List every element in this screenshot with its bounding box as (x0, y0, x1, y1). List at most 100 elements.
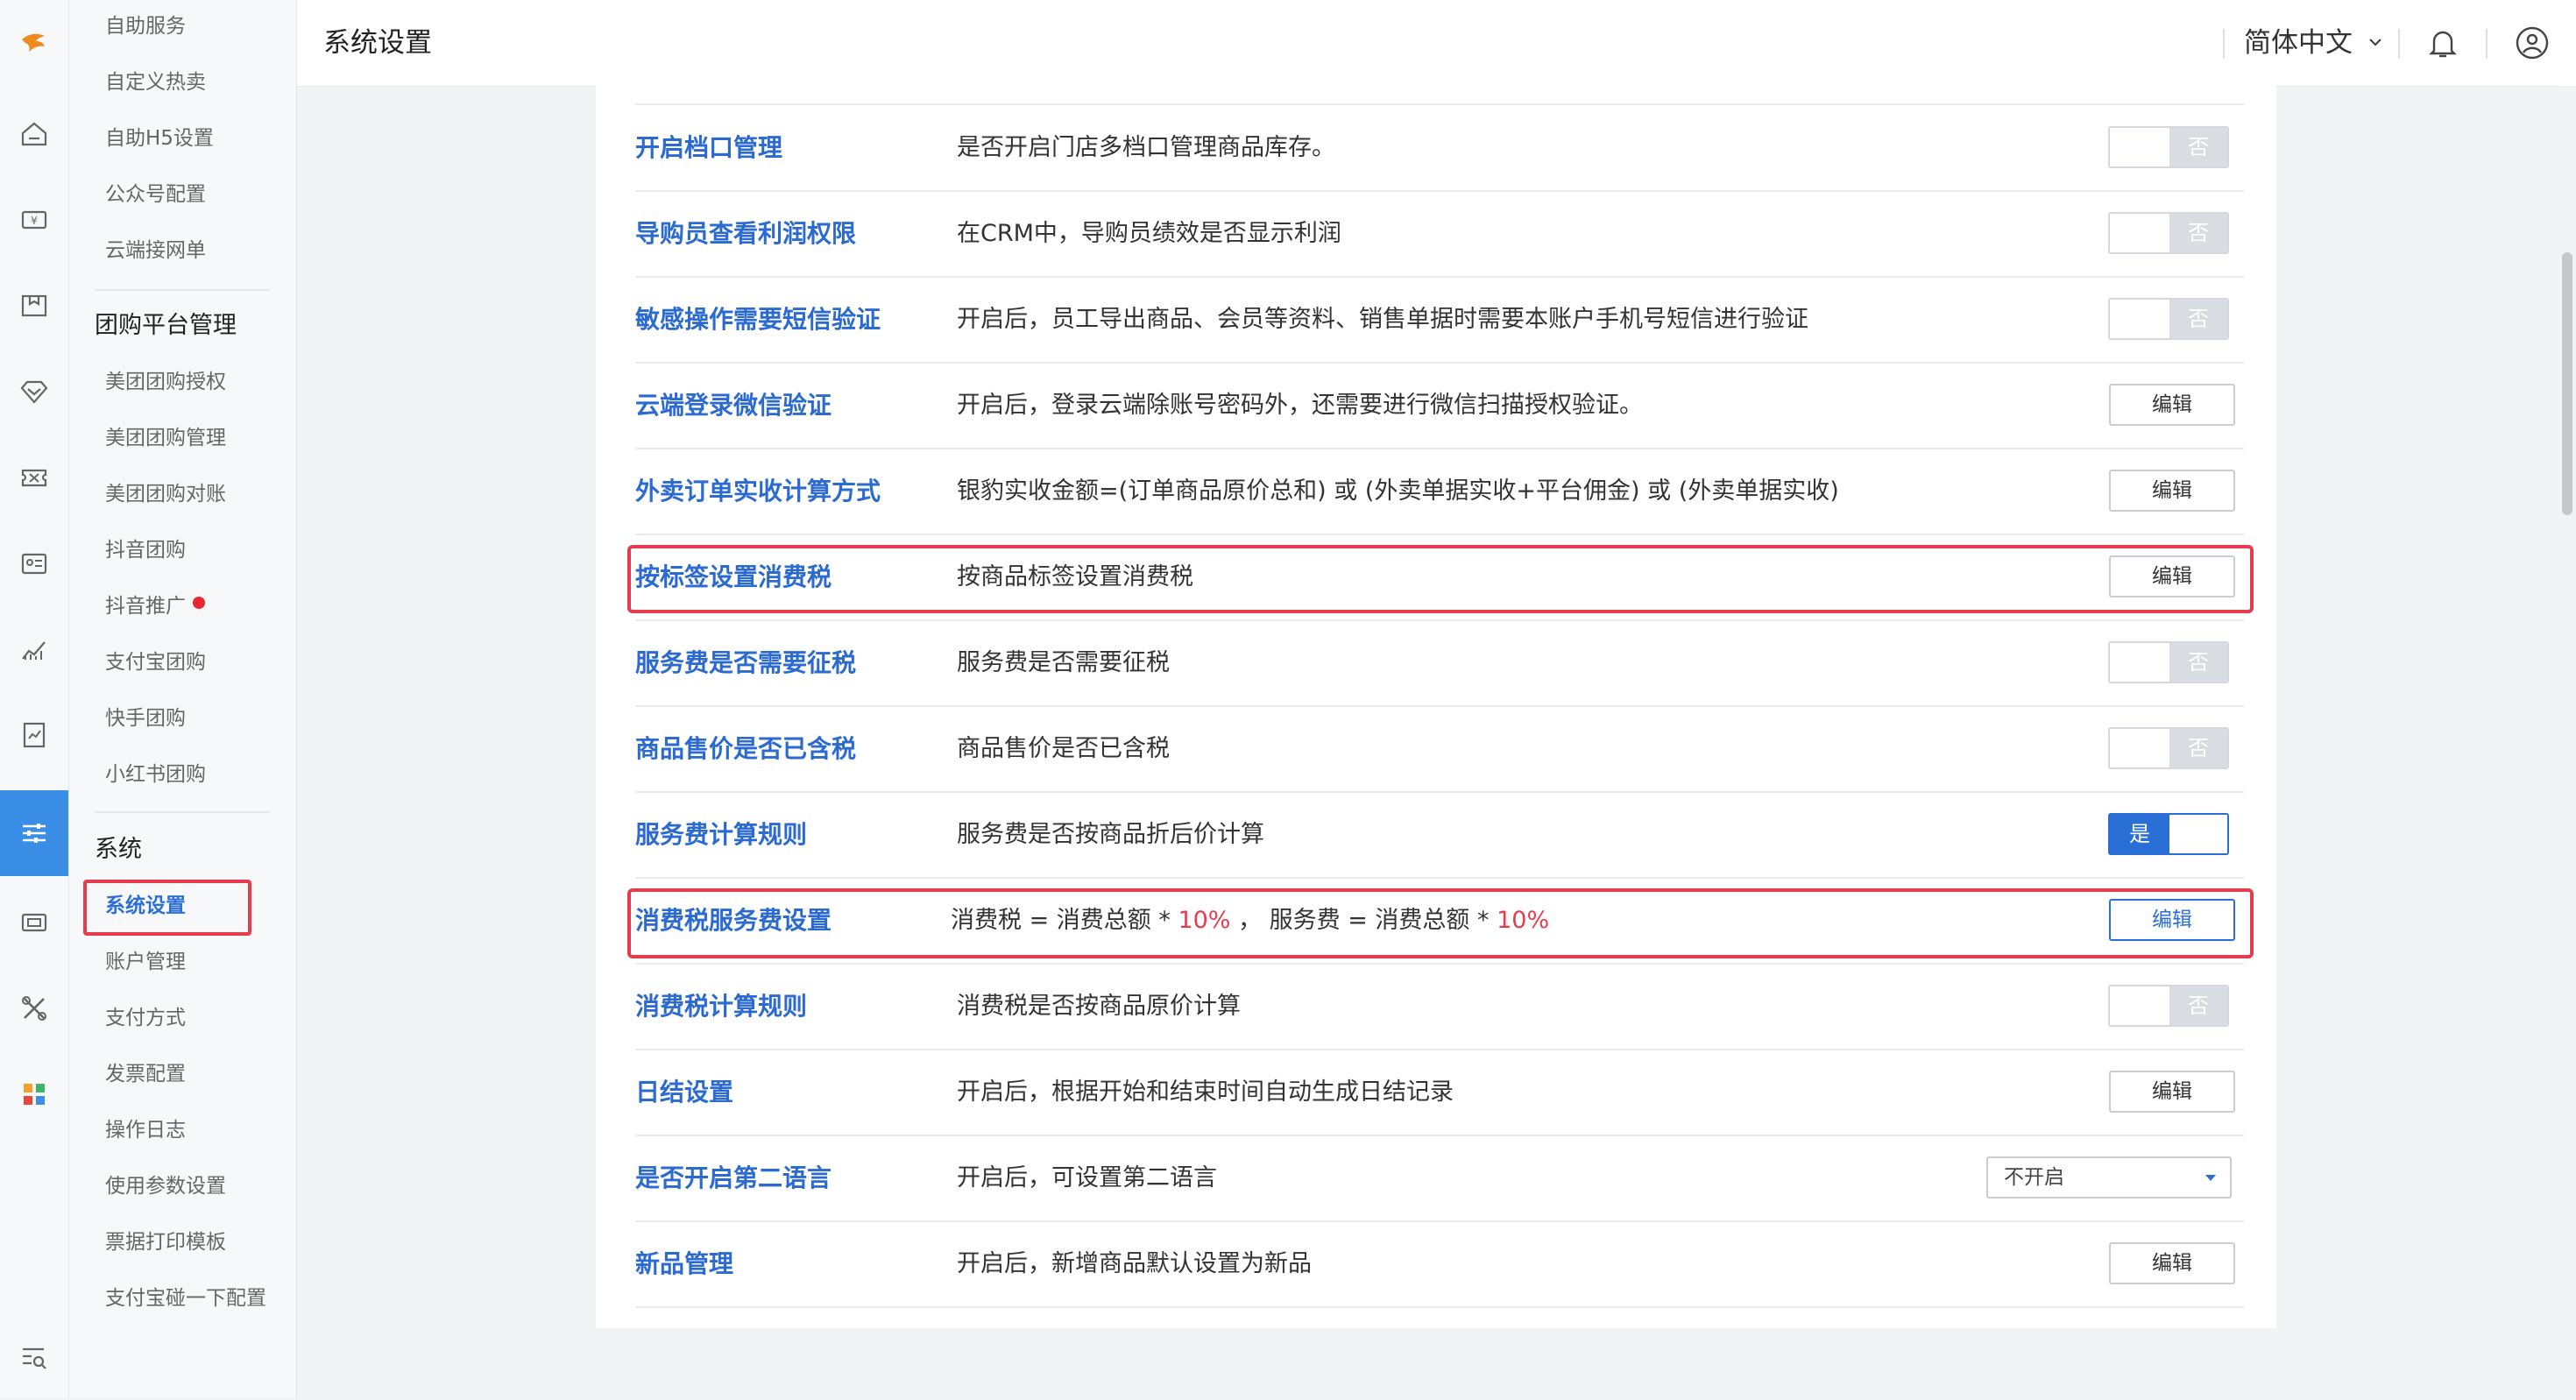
settings-card: 开启档口管理 是否开启门店多档口管理商品库存。 否 导购员查看利润权限 在CRM… (596, 86, 2276, 1328)
member-icon[interactable] (0, 349, 68, 435)
setting-label[interactable]: 商品售价是否已含税 (635, 706, 856, 791)
setting-toggle[interactable]: 否 (2108, 212, 2229, 254)
setting-toggle[interactable]: 否 (2108, 727, 2229, 769)
setting-description: 消费税是否按商品原价计算 (957, 993, 1241, 1020)
submenu-item[interactable]: 支付宝团购 (105, 645, 206, 680)
user-icon[interactable] (2514, 25, 2551, 61)
submenu-item[interactable]: 账户管理 (105, 944, 186, 979)
setting-row: 敏感操作需要短信验证 开启后，员工导出商品、会员等资料、销售单据时需要本账户手机… (635, 277, 2244, 364)
tools-icon[interactable] (0, 965, 68, 1051)
setting-label[interactable]: 开启档口管理 (635, 105, 782, 190)
submenu-item[interactable]: 云端接网单 (105, 233, 206, 268)
header-divider (2223, 29, 2225, 59)
submenu-item[interactable]: 抖音团购 (105, 533, 186, 568)
submenu-item[interactable]: 使用参数设置 (105, 1169, 226, 1204)
document-icon[interactable] (0, 692, 68, 778)
settings-sliders-icon[interactable] (0, 790, 68, 876)
setting-label[interactable]: 新品管理 (635, 1221, 733, 1306)
toggle-label: 否 (2188, 221, 2209, 245)
submenu-item[interactable]: 支付宝碰一下配置 (105, 1281, 266, 1316)
report-icon[interactable] (0, 606, 68, 692)
menu-search-icon[interactable] (0, 1314, 68, 1400)
submenu-item[interactable]: 票据打印模板 (105, 1225, 226, 1260)
setting-description: 开启后，新增商品默认设置为新品 (957, 1250, 1312, 1277)
scrollbar-thumb[interactable] (2562, 252, 2572, 515)
toggle-knob (2110, 300, 2169, 338)
submenu-item[interactable]: 操作日志 (105, 1113, 186, 1148)
chevron-down-icon[interactable] (2367, 33, 2384, 51)
cashier-icon[interactable]: ¥ (0, 177, 68, 263)
edit-button[interactable]: 编辑 (2109, 384, 2235, 426)
edit-button[interactable]: 编辑 (2109, 1071, 2235, 1113)
submenu-item[interactable]: 快手团购 (105, 701, 186, 736)
icon-rail: ¥ (0, 0, 69, 1398)
edit-button[interactable]: 编辑 (2109, 470, 2235, 512)
submenu-item[interactable]: 发票配置 (105, 1057, 186, 1092)
apps-grid-icon[interactable] (0, 1051, 68, 1137)
toggle-label: 否 (2188, 993, 2209, 1018)
setting-label[interactable]: 导购员查看利润权限 (635, 191, 856, 276)
setting-toggle-on[interactable]: 是 (2108, 813, 2229, 855)
setting-label[interactable]: 敏感操作需要短信验证 (635, 277, 881, 362)
setting-row: 新品管理 开启后，新增商品默认设置为新品 编辑 (635, 1221, 2244, 1308)
submenu-item[interactable]: 公众号配置 (105, 177, 206, 212)
setting-row: 商品售价是否已含税 商品售价是否已含税 否 (635, 706, 2244, 793)
submenu-item[interactable]: 美团团购管理 (105, 421, 226, 456)
toggle-knob (2110, 128, 2169, 166)
toggle-knob (2110, 643, 2169, 682)
header-divider (2486, 29, 2488, 59)
home-icon[interactable] (0, 91, 68, 177)
submenu-item[interactable]: 美团团购授权 (105, 364, 226, 399)
toggle-knob (2110, 986, 2169, 1025)
sub-menu: 自助服务 自定义热卖 自助H5设置 公众号配置 云端接网单 团购平台管理 美团团… (69, 0, 297, 1398)
toggle-label: 否 (2188, 650, 2209, 675)
submenu-item-system-settings[interactable]: 系统设置 (105, 888, 186, 923)
language-select[interactable]: 不开启 (1986, 1156, 2232, 1198)
setting-row: 外卖订单实收计算方式 银豹实收金额=(订单商品原价总和) 或 (外卖单据实收+平… (635, 449, 2244, 535)
setting-row: 云端登录微信验证 开启后，登录云端除账号密码外，还需要进行微信扫描授权验证。 编… (635, 363, 2244, 449)
setting-label[interactable]: 消费税计算规则 (635, 964, 807, 1049)
setting-label[interactable]: 云端登录微信验证 (635, 363, 832, 448)
setting-description: 服务费是否按商品折后价计算 (957, 821, 1264, 848)
employee-icon[interactable] (0, 520, 68, 606)
toggle-knob (2110, 214, 2169, 252)
setting-toggle[interactable]: 否 (2108, 641, 2229, 683)
setting-label[interactable]: 服务费是否需要征税 (635, 620, 856, 705)
highlight-frame (627, 888, 2254, 958)
logo-icon[interactable] (0, 0, 68, 86)
setting-label[interactable]: 日结设置 (635, 1050, 733, 1135)
setting-description: 开启后，登录云端除账号密码外，还需要进行微信扫描授权验证。 (957, 392, 1643, 419)
setting-label[interactable]: 外卖订单实收计算方式 (635, 449, 881, 534)
submenu-item[interactable]: 自助服务 (105, 9, 186, 44)
top-header: 系统设置 简体中文 (297, 0, 2576, 87)
setting-description: 服务费是否需要征税 (957, 649, 1170, 676)
edit-button[interactable]: 编辑 (2109, 1242, 2235, 1284)
setting-row: 开启档口管理 是否开启门店多档口管理商品库存。 否 (635, 105, 2244, 192)
submenu-item[interactable]: 美团团购对账 (105, 477, 226, 512)
submenu-item[interactable]: 自助H5设置 (105, 121, 214, 156)
setting-label[interactable]: 是否开启第二语言 (635, 1135, 832, 1220)
setting-row: 服务费计算规则 服务费是否按商品折后价计算 是 (635, 792, 2244, 879)
select-value: 不开启 (2004, 1166, 2064, 1189)
setting-description: 是否开启门店多档口管理商品库存。 (957, 134, 1335, 161)
submenu-item[interactable]: 自定义热卖 (105, 65, 206, 100)
setting-label[interactable]: 服务费计算规则 (635, 792, 807, 877)
setting-toggle[interactable]: 否 (2108, 985, 2229, 1027)
caret-down-icon (2205, 1175, 2216, 1181)
bell-icon[interactable] (2424, 25, 2461, 61)
promotion-icon[interactable] (0, 435, 68, 520)
toggle-label: 否 (2188, 307, 2209, 331)
submenu-item[interactable]: 支付方式 (105, 1001, 186, 1036)
setting-description: 银豹实收金额=(订单商品原价总和) 或 (外卖单据实收+平台佣金) 或 (外卖单… (957, 477, 1839, 505)
ticket-icon[interactable] (0, 880, 68, 965)
setting-description: 开启后，可设置第二语言 (957, 1164, 1217, 1191)
setting-toggle[interactable]: 否 (2108, 298, 2229, 340)
inventory-icon[interactable] (0, 263, 68, 349)
toggle-knob (2110, 729, 2169, 767)
setting-description: 开启后，员工导出商品、会员等资料、销售单据时需要本账户手机号短信进行验证 (957, 306, 1808, 333)
submenu-item[interactable]: 小红书团购 (105, 757, 206, 792)
setting-toggle[interactable]: 否 (2108, 126, 2229, 168)
setting-row: 消费税计算规则 消费税是否按商品原价计算 否 (635, 964, 2244, 1050)
language-selector[interactable]: 简体中文 (2244, 0, 2353, 86)
submenu-item-with-badge[interactable]: 抖音推广 (105, 589, 205, 624)
